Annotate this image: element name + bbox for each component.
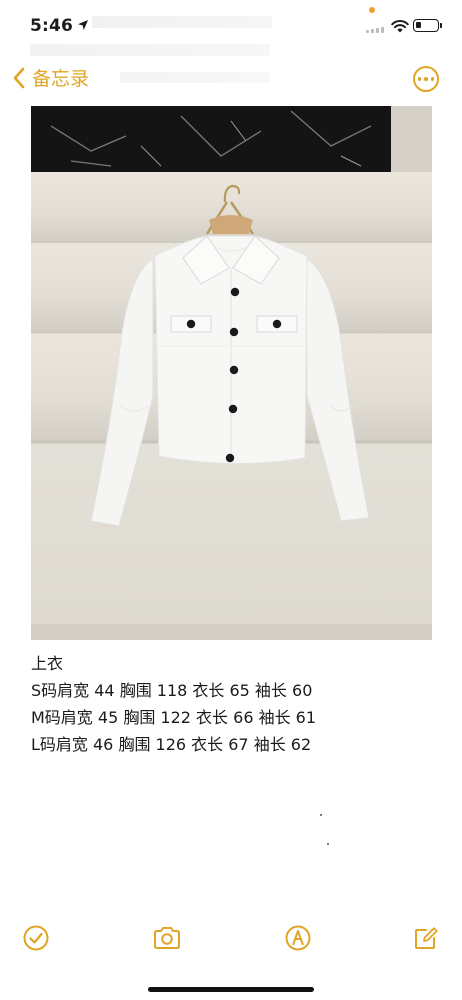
markup-pen-icon[interactable] (284, 924, 312, 952)
chevron-left-icon (13, 67, 25, 88)
speck-mark (327, 843, 329, 845)
note-photo-attachment[interactable] (31, 106, 432, 640)
back-button-label: 备忘录 (32, 68, 90, 90)
note-line-title: 上衣 (31, 654, 64, 673)
camera-icon[interactable] (152, 924, 182, 952)
cellular-signal-icon (366, 27, 384, 33)
note-line-size-m: M码肩宽 45 胸围 122 衣长 66 袖长 61 (31, 708, 317, 727)
more-options-button[interactable] (413, 66, 439, 92)
more-dot-icon (424, 77, 428, 81)
note-body-text[interactable]: 上衣 S码肩宽 44 胸围 118 衣长 65 袖长 60 M码肩宽 45 胸围… (31, 650, 316, 758)
location-arrow-icon (78, 20, 88, 30)
battery-icon (413, 19, 442, 32)
note-line-size-s: S码肩宽 44 胸围 118 衣长 65 袖长 60 (31, 681, 313, 700)
compose-icon[interactable] (412, 924, 440, 952)
more-dot-icon (417, 77, 422, 81)
more-dot-icon (430, 77, 435, 81)
checkmark-circle-icon[interactable] (22, 924, 50, 952)
privacy-indicator-dot (369, 7, 375, 13)
status-time: 5:46 (30, 16, 74, 36)
note-line-size-l: L码肩宽 46 胸围 126 衣长 67 袖长 62 (31, 735, 312, 754)
speck-mark (320, 814, 322, 816)
wifi-icon (391, 20, 409, 33)
jacket-photo-image (31, 106, 432, 640)
home-indicator[interactable] (148, 987, 314, 992)
back-button[interactable]: 备忘录 (12, 64, 89, 91)
